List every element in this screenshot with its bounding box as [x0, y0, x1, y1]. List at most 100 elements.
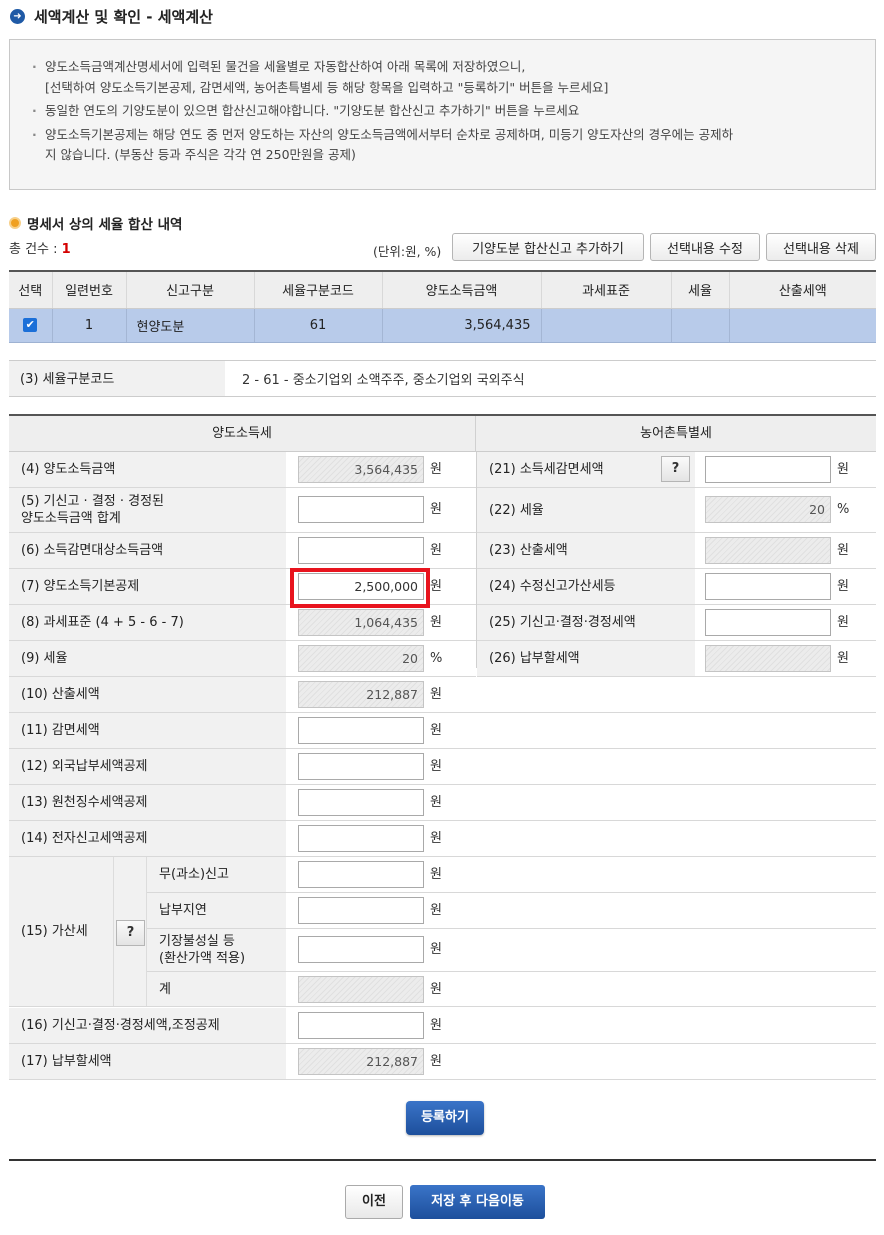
row-select-cell[interactable]: ✔ — [9, 308, 52, 343]
unit-won: 원 — [430, 723, 442, 738]
unit-won: 원 — [430, 615, 442, 630]
basic-deduction-highlight — [290, 568, 430, 608]
unit-won: 원 — [837, 579, 849, 594]
col-header: 일련번호 — [51, 270, 126, 309]
bullet-icon — [9, 217, 21, 229]
row-reduced-tax: (11) 감면세액 원 — [9, 713, 876, 749]
prior-income-label-line1: (5) 기신고 · 결정 · 경정된 — [21, 494, 165, 509]
amendment-penalty-label: (24) 수정신고가산세등 — [477, 569, 695, 604]
income-tax-reduction-input[interactable] — [705, 456, 831, 483]
basic-deduction-label: (7) 양도소득기본공제 — [9, 569, 286, 604]
withholding-credit-input[interactable] — [298, 789, 424, 816]
col-header: 세율 — [670, 270, 729, 309]
prev-button[interactable]: 이전 — [345, 1185, 403, 1219]
notice-item: 양도소득금액계산명세서에 입력된 물건을 세율별로 자동합산하여 아래 목록에 … — [32, 57, 855, 98]
foreign-tax-credit-input[interactable] — [298, 753, 424, 780]
row-prior-tax: (25) 기신고·결정·경정세액 원 — [477, 605, 876, 641]
row-transfer-income: (4) 양도소득금액 3,564,435 원 — [9, 452, 476, 488]
row-rural-payable-tax: (26) 납부할세액 원 — [477, 641, 876, 677]
add-prior-transfer-button[interactable]: 기양도분 합산신고 추가하기 — [452, 233, 644, 261]
reduced-tax-input[interactable] — [298, 717, 424, 744]
unit-won: 원 — [430, 543, 442, 558]
unit-won: 원 — [430, 687, 442, 702]
notice-line: 지 않습니다. (부동산 등과 주식은 각각 연 250만원을 공제) — [45, 147, 356, 162]
delete-selection-button[interactable]: 선택내용 삭제 — [766, 233, 876, 261]
rural-computed-tax-label: (23) 산출세액 — [477, 533, 695, 568]
rate-code-row: (3) 세율구분코드 2 - 61 - 중소기업외 소액주주, 중소기업외 국외… — [9, 360, 876, 397]
total-count-value: 1 — [61, 242, 71, 257]
tax-calc-form: 양도소득세 농어촌특별세 (4) 양도소득금액 3,564,435 원 (5) … — [9, 414, 876, 1080]
unit-won: 원 — [430, 867, 442, 882]
notice-item: 동일한 연도의 기양도분이 있으면 합산신고해야합니다. "기양도분 합산신고 … — [32, 101, 855, 122]
underreport-label: 무(과소)신고 — [147, 857, 286, 892]
row-checkbox[interactable]: ✔ — [23, 318, 38, 332]
row-tax-base: (8) 과세표준 (4 + 5 - 6 - 7) 1,064,435 원 — [9, 605, 476, 641]
underreport-input[interactable] — [298, 861, 424, 888]
unit-won: 원 — [430, 1054, 442, 1069]
prior-tax-input[interactable] — [705, 609, 831, 636]
reduction-income-input[interactable] — [298, 537, 424, 564]
computed-tax-label: (10) 산출세액 — [9, 677, 286, 712]
save-next-button[interactable]: 저장 후 다음이동 — [410, 1185, 545, 1219]
seq-cell: 1 — [51, 308, 126, 343]
tax-rate-label: (9) 세율 — [9, 641, 286, 676]
notice-box: 양도소득금액계산명세서에 입력된 물건을 세율별로 자동합산하여 아래 목록에 … — [9, 39, 876, 190]
amendment-penalty-input[interactable] — [705, 573, 831, 600]
bookkeeping-label-line1: 기장불성실 등 — [159, 934, 235, 949]
reduction-help-button[interactable]: ? — [661, 456, 690, 482]
payable-tax-field: 212,887 — [298, 1048, 424, 1075]
notice-line: [선택하여 양도소득기본공제, 감면세액, 농어촌특별세 등 해당 항목을 입력… — [45, 79, 609, 95]
tax-base-label: (8) 과세표준 (4 + 5 - 6 - 7) — [9, 605, 286, 640]
unit-won: 원 — [430, 942, 442, 957]
col-header: 선택 — [9, 270, 52, 309]
unit-won: 원 — [430, 982, 442, 997]
row-amendment-penalty: (24) 수정신고가산세등 원 — [477, 569, 876, 605]
notice-line: 동일한 연도의 기양도분이 있으면 합산신고해야합니다. "기양도분 합산신고 … — [45, 103, 580, 118]
reduced-tax-label: (11) 감면세액 — [9, 713, 286, 748]
total-count-label: 총 건수 : — [9, 242, 62, 257]
edit-selection-button[interactable]: 선택내용 수정 — [650, 233, 760, 261]
penalty-row-underreport: 무(과소)신고 원 — [147, 857, 876, 893]
unit-won: 원 — [430, 831, 442, 846]
penalty-label: (15) 가산세 — [9, 857, 113, 1006]
table-row[interactable]: ✔ 1 현양도분 61 3,564,435 — [9, 308, 876, 343]
adjusted-credit-input[interactable] — [298, 1012, 424, 1039]
prior-income-input[interactable] — [298, 496, 424, 523]
rate-code-value: 2 - 61 - 중소기업외 소액주주, 중소기업외 국외주식 — [242, 373, 525, 388]
unit-won: 원 — [430, 1018, 442, 1033]
register-button[interactable]: 등록하기 — [406, 1101, 484, 1135]
computed-tax-cell — [728, 308, 876, 343]
penalty-total-label: 계 — [147, 972, 286, 1006]
unit-won: 원 — [430, 579, 442, 594]
e-filing-credit-input[interactable] — [298, 825, 424, 852]
page-title-bar: ➜ 세액계산 및 확인 - 세액계산 — [10, 5, 213, 27]
bookkeeping-input[interactable] — [298, 936, 424, 963]
rate-cell — [670, 308, 729, 343]
unit-percent: % — [837, 502, 850, 517]
unit-won: 원 — [837, 462, 849, 477]
row-prior-income: (5) 기신고 · 결정 · 경정된 양도소득금액 합계 원 — [9, 488, 476, 533]
col-header: 산출세액 — [728, 270, 876, 309]
row-tax-rate: (9) 세율 20 % — [9, 641, 476, 677]
type-cell: 현양도분 — [125, 308, 254, 343]
section-title-text: 명세서 상의 세율 합산 내역 — [27, 217, 183, 233]
row-computed-tax: (10) 산출세액 212,887 원 — [9, 677, 876, 713]
penalty-row-total: 계 원 — [147, 972, 876, 1006]
transfer-income-label: (4) 양도소득금액 — [9, 452, 286, 487]
row-foreign-tax-credit: (12) 외국납부세액공제 원 — [9, 749, 876, 785]
reduction-income-label: (6) 소득감면대상소득금액 — [9, 533, 286, 568]
income-cell: 3,564,435 — [381, 308, 541, 343]
penalty-help-button[interactable]: ? — [116, 920, 145, 946]
foreign-tax-credit-label: (12) 외국납부세액공제 — [9, 749, 286, 784]
row-payable-tax: (17) 납부할세액 212,887 원 — [9, 1044, 876, 1080]
adjusted-credit-label: (16) 기신고·결정·경정세액,조정공제 — [9, 1008, 286, 1043]
penalty-block: (15) 가산세 ? 무(과소)신고 원 납부지연 원 기장불성실 등 (환산가… — [9, 857, 876, 1007]
bookkeeping-label-line2: (환산가액 적용) — [159, 951, 246, 966]
row-income-tax-reduction: (21) 소득세감면세액 ? 원 — [477, 452, 876, 488]
unit-won: 원 — [837, 615, 849, 630]
late-payment-input[interactable] — [298, 897, 424, 924]
rural-tax-rate-label: (22) 세율 — [477, 488, 695, 532]
penalty-total-field — [298, 976, 424, 1003]
tax-rate-summary-table: 선택 일련번호 신고구분 세율구분코드 양도소득금액 과세표준 세율 산출세액 … — [9, 270, 876, 343]
rural-special-tax-header: 농어촌특별세 — [476, 416, 876, 452]
